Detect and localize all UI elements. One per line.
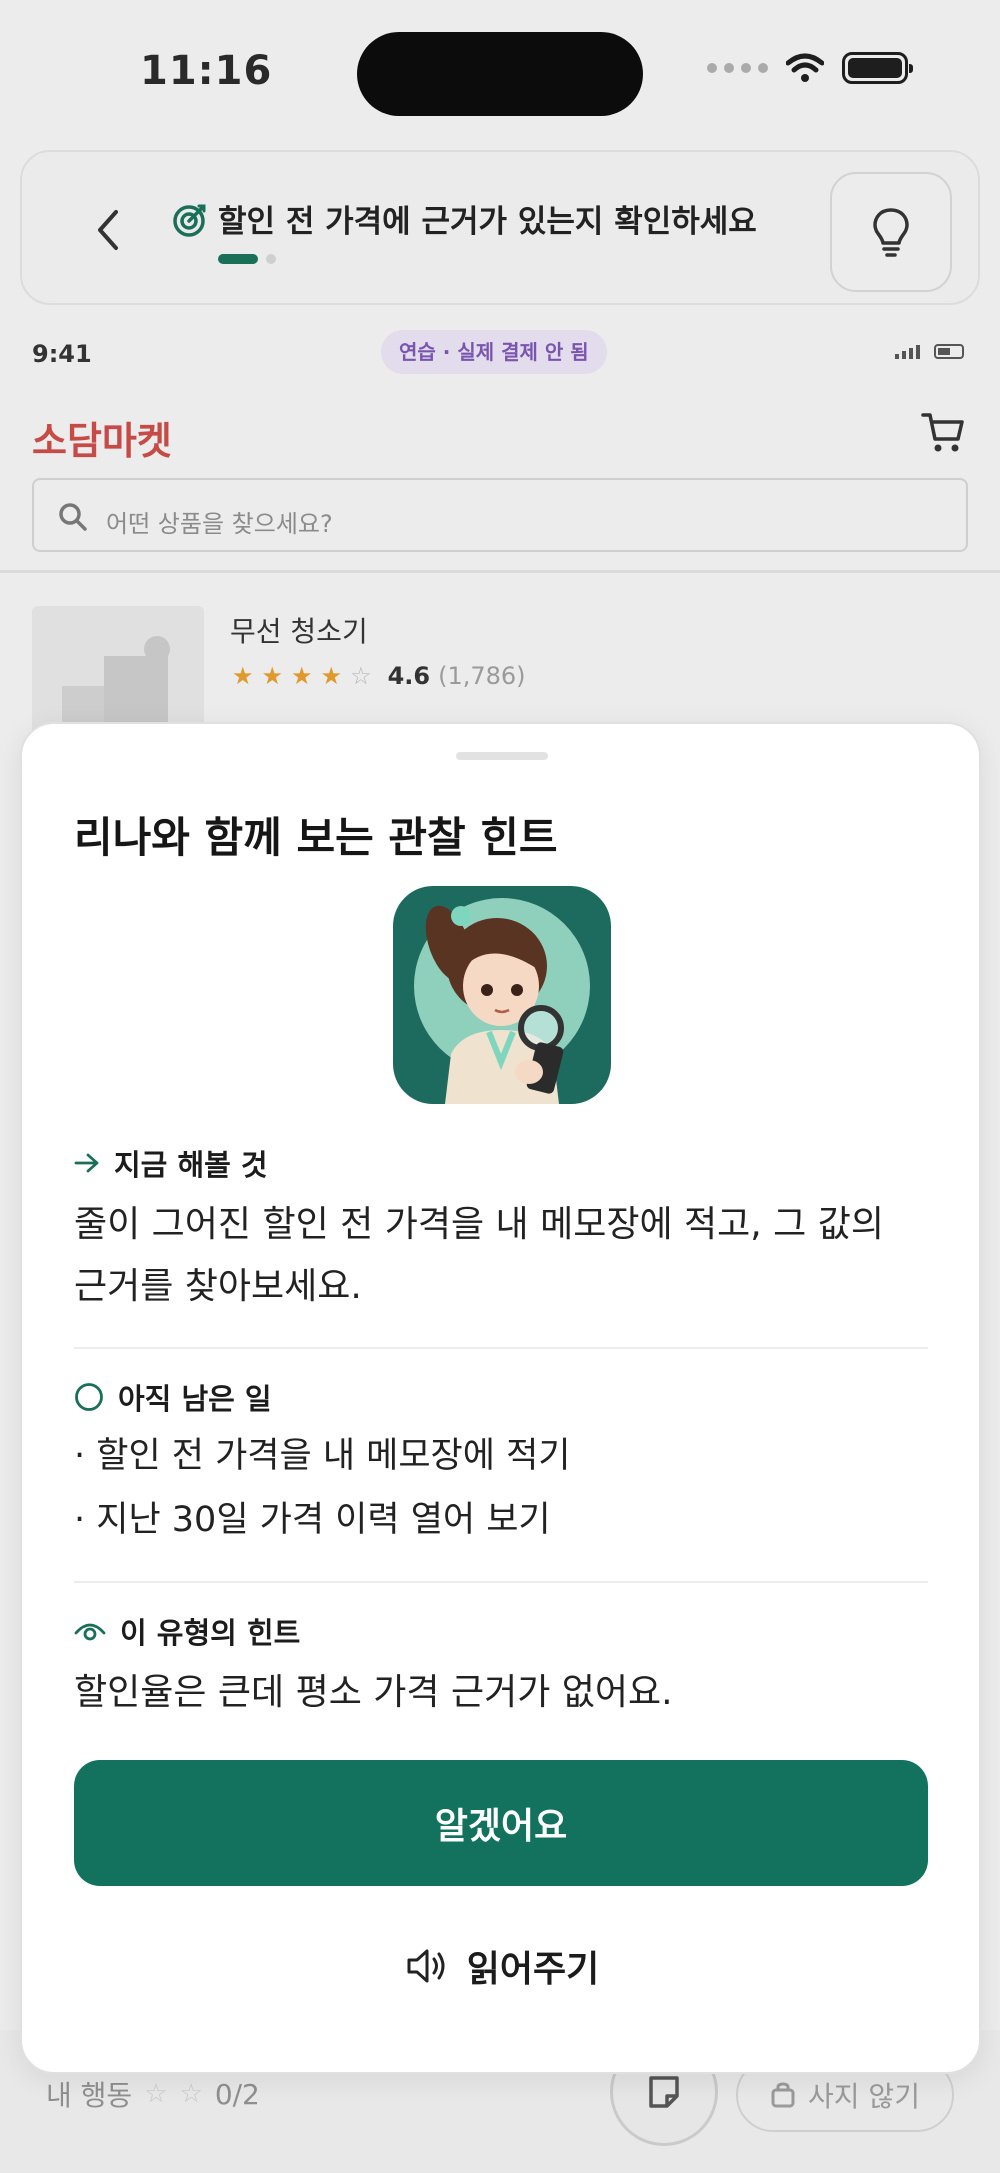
- brand-logo[interactable]: 소담마켓: [32, 410, 172, 465]
- target-icon: [173, 204, 206, 237]
- app-status-bar: 9:41 연습 · 실제 결제 안 됨: [0, 318, 1000, 388]
- search-placeholder: 어떤 상품을 찾으세요?: [106, 510, 333, 538]
- confirm-button[interactable]: 알겠어요: [74, 1760, 928, 1886]
- wifi-icon: [786, 53, 824, 82]
- note-icon: [649, 2076, 679, 2108]
- star-filled-icon: ★: [261, 662, 284, 690]
- cart-button[interactable]: [920, 410, 966, 454]
- remaining-heading: 아직 남은 일: [74, 1376, 928, 1418]
- do-now-heading: 지금 해볼 것: [74, 1142, 928, 1184]
- cellular-dots-icon: [707, 63, 768, 73]
- sheet-grabber[interactable]: [456, 752, 548, 760]
- do-now-title: 지금 해볼 것: [114, 1148, 268, 1182]
- type-hint-title: 이 유형의 힌트: [120, 1616, 301, 1650]
- device-clock: 11:16: [140, 48, 273, 94]
- read-aloud-button[interactable]: 읽어주기: [362, 1924, 642, 2008]
- progress-step-active: [218, 254, 258, 264]
- read-aloud-label: 읽어주기: [466, 1949, 600, 1990]
- star-filled-icon: ★: [320, 662, 343, 690]
- arrow-right-icon: [74, 1153, 99, 1173]
- my-actions-progress: 0/2: [214, 2077, 260, 2111]
- chevron-left-icon: [98, 210, 118, 250]
- mission-banner: 할인 전 가격에 근거가 있는지 확인하세요: [20, 150, 980, 305]
- rating-value: 4.6: [387, 662, 431, 690]
- back-button[interactable]: [82, 200, 132, 260]
- device-status-bar: 11:16: [0, 0, 1000, 150]
- remaining-title: 아직 남은 일: [118, 1382, 272, 1416]
- star-empty-icon: ☆: [350, 662, 372, 690]
- section-type-hint: 이 유형의 힌트 할인율은 큰데 평소 가격 근거가 없어요.: [74, 1610, 928, 1724]
- do-now-body: 줄이 그어진 할인 전 가격을 내 메모장에 적고, 그 값의 근거를 찾아보세…: [74, 1204, 884, 1307]
- hint-button[interactable]: [830, 172, 952, 292]
- type-hint-body: 할인율은 큰데 평소 가격 근거가 없어요.: [74, 1672, 673, 1713]
- dynamic-island: [357, 32, 643, 116]
- sheet-title: 리나와 함께 보는 관찰 힌트: [74, 813, 558, 862]
- mission-text: 할인 전 가격에 근거가 있는지 확인하세요: [218, 204, 757, 240]
- product-name[interactable]: 무선 청소기: [230, 610, 368, 650]
- rina-avatar: [393, 886, 611, 1104]
- device-status-icons: [707, 52, 913, 84]
- star-filled-icon: ★: [291, 662, 313, 690]
- type-hint-heading: 이 유형의 힌트: [74, 1610, 928, 1652]
- search-icon: [59, 503, 87, 531]
- search-input[interactable]: 어떤 상품을 찾으세요?: [32, 478, 968, 552]
- practice-badge: 연습 · 실제 결제 안 됨: [381, 330, 607, 374]
- progress-step-inactive: [266, 254, 276, 264]
- remaining-item: · 지난 30일 가격 이력 열어 보기: [74, 1500, 551, 1540]
- speaker-icon: [407, 1949, 445, 1983]
- bag-icon: [771, 2082, 795, 2108]
- app-clock: 9:41: [32, 340, 92, 368]
- my-actions: 내 행동 ☆ ☆ 0/2: [46, 2074, 260, 2114]
- product-rating: ★ ★ ★ ★ ☆ 4.6 (1,786): [232, 662, 526, 690]
- battery-icon: [842, 52, 913, 84]
- remaining-item: · 할인 전 가격을 내 메모장에 적기: [74, 1436, 571, 1476]
- rating-count: (1,786): [438, 662, 526, 690]
- skip-purchase-label: 사지 않기: [808, 2080, 920, 2113]
- section-divider: [74, 1347, 928, 1349]
- remaining-list: · 할인 전 가격을 내 메모장에 적기 · 지난 30일 가격 이력 열어 보…: [74, 1424, 928, 1552]
- circle-outline-icon: [75, 1383, 103, 1411]
- my-actions-label: 내 행동: [46, 2079, 133, 2112]
- mini-battery-icon: [934, 344, 964, 359]
- lightbulb-icon: [873, 208, 909, 257]
- section-remaining: 아직 남은 일 · 할인 전 가격을 내 메모장에 적기 · 지난 30일 가격…: [74, 1376, 928, 1552]
- section-do-now: 지금 해볼 것 줄이 그어진 할인 전 가격을 내 메모장에 적고, 그 값의 …: [74, 1142, 928, 1318]
- app-status-icons: [895, 344, 964, 359]
- signal-icon: [895, 345, 920, 359]
- eye-icon: [74, 1623, 106, 1641]
- mission-progress: [218, 254, 276, 264]
- section-divider: [74, 1581, 928, 1583]
- header-divider: [0, 570, 1000, 573]
- star-filled-icon: ★: [232, 662, 254, 690]
- cart-icon: [921, 413, 964, 452]
- star-empty-icon: ☆: [144, 2079, 168, 2109]
- star-empty-icon: ☆: [179, 2079, 203, 2109]
- shopping-app: 9:41 연습 · 실제 결제 안 됨 소담마켓 어떤 상품을 찾으세요? 무선…: [0, 318, 1000, 776]
- hint-bottom-sheet: 리나와 함께 보는 관찰 힌트 지금 해볼 것 줄이 그어진 할인 전 가격을 …: [20, 722, 981, 2074]
